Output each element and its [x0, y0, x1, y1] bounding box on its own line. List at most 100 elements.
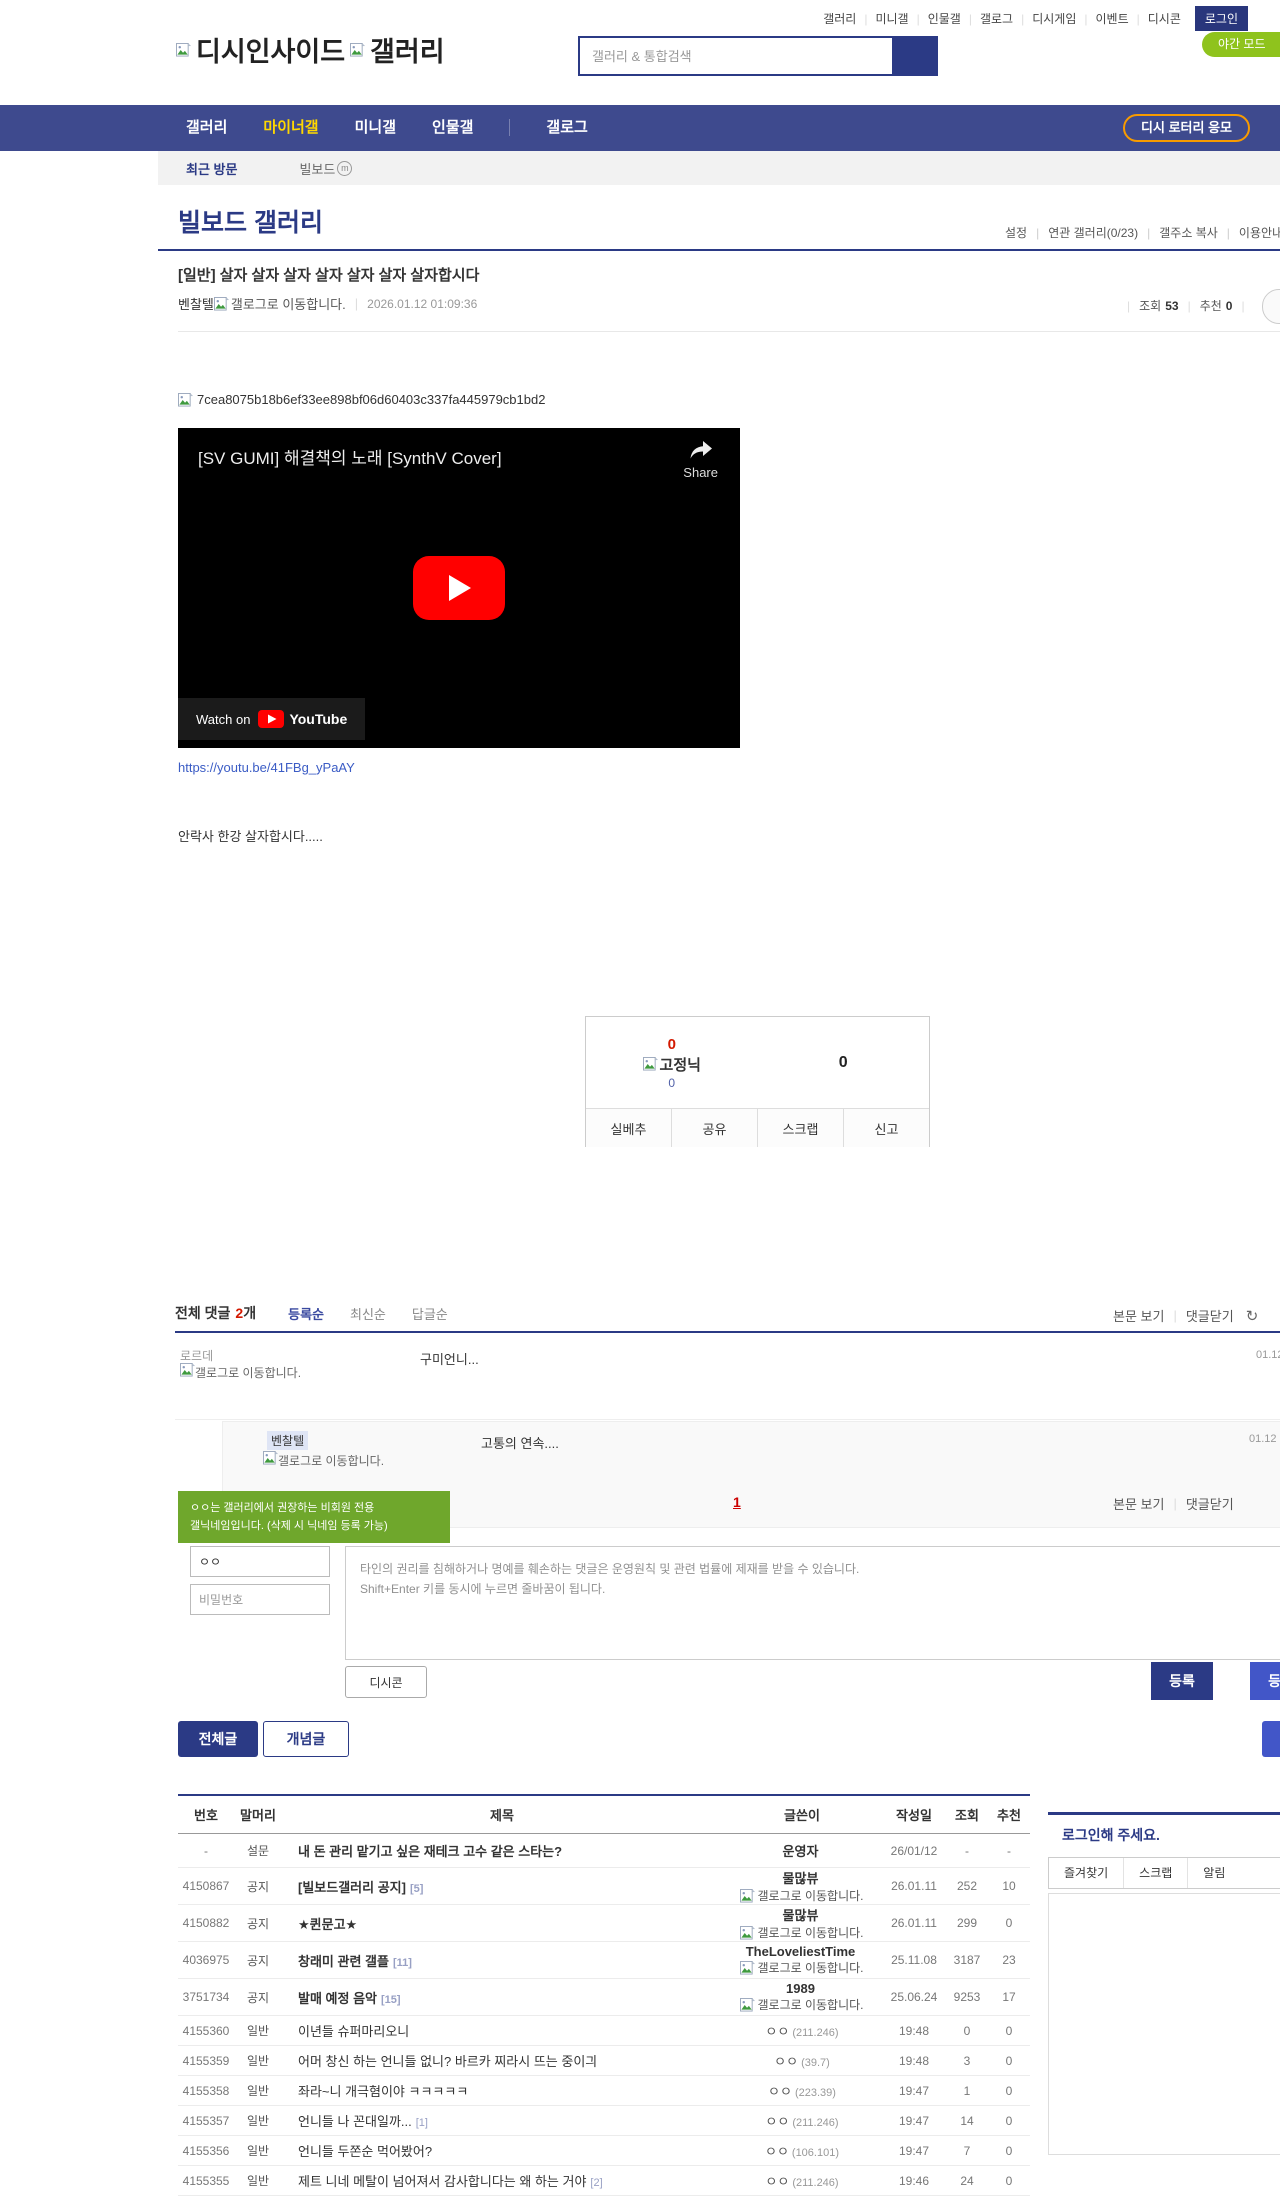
close-comments-link[interactable]: 댓글닫기	[1186, 1494, 1234, 1513]
all-posts-button[interactable]: 전체글	[178, 1721, 258, 1757]
top-service-link[interactable]: 디시콘	[1129, 10, 1181, 27]
comment-shortcut-pill[interactable]	[1262, 289, 1280, 324]
comments-footer-links: 본문 보기 | 댓글닫기	[1113, 1494, 1234, 1513]
broken-image-icon	[263, 1451, 278, 1465]
post-author-cell[interactable]: TheLoveliestTime 갤로그로 이동합니다.	[722, 1944, 882, 1976]
concept-posts-button[interactable]: 개념글	[263, 1721, 349, 1757]
top-service-link[interactable]: 갤러리	[823, 10, 856, 27]
youtube-share-button[interactable]: Share	[683, 440, 718, 480]
close-comments-link[interactable]: 댓글닫기	[1186, 1306, 1234, 1325]
post-link-title[interactable]: 언니들 두쫀순 먹어봤어?	[282, 2141, 722, 2160]
comment-textarea[interactable]: 타인의 권리를 침해하거나 명예를 훼손하는 댓글은 운영원칙 및 관련 법률에…	[345, 1546, 1280, 1660]
top-service-link[interactable]: 이벤트	[1076, 10, 1128, 27]
night-mode-toggle[interactable]: 야간 모드	[1202, 32, 1280, 57]
youtube-link[interactable]: https://youtu.be/41FBg_yPaAY	[178, 760, 355, 775]
post-author-cell[interactable]: ㅇㅇ(211.246) 갤로그로 이동합니다.	[722, 2021, 882, 2040]
comment-password-input[interactable]	[190, 1584, 330, 1615]
login-button[interactable]: 로그인	[1195, 6, 1248, 31]
vote-action-button[interactable]: 실베추	[586, 1109, 671, 1147]
post-link-title[interactable]: 언니들 나 꼰대일까...[1]	[282, 2111, 722, 2130]
comment-gallog-alt[interactable]: 갤로그로 이동합니다.	[263, 1451, 413, 1470]
breadcrumb-recent-visit[interactable]: 최근 방문	[186, 159, 237, 178]
post-author-cell[interactable]: 운영자 갤로그로 이동합니다.	[722, 1841, 882, 1860]
gallery-utility-link[interactable]: 이용안내	[1218, 224, 1280, 241]
comment-submit-button-secondary[interactable]: 등록	[1250, 1662, 1280, 1700]
upvote-area[interactable]: 0 고정닉 0	[586, 1017, 758, 1108]
top-service-link[interactable]: 디시게임	[1013, 10, 1076, 27]
sidebar-top-border	[1048, 1812, 1280, 1815]
breadcrumb: 최근 방문 빌보드 m	[158, 151, 1280, 185]
view-post-link[interactable]: 본문 보기	[1113, 1306, 1164, 1325]
post-link-title[interactable]: 내 돈 관리 맡기고 싶은 재테크 고수 같은 스타는?	[282, 1841, 722, 1860]
comment-author[interactable]: 벤찰텔	[267, 1431, 308, 1450]
main-nav-item[interactable]: 마이너갤	[263, 105, 318, 151]
post-link-title[interactable]: 좌라~니 개극혐이야 ㅋㅋㅋㅋㅋ	[282, 2081, 722, 2100]
post-link-title[interactable]: 이년들 슈퍼마리오니	[282, 2021, 722, 2040]
post-link-title[interactable]: 창래미 관련 갤플[11]	[282, 1951, 722, 1970]
post-author-cell[interactable]: ㅇㅇ(223.39) 갤로그로 이동합니다.	[722, 2081, 882, 2100]
logo-text-gallery: 갤러리	[370, 30, 445, 69]
post-author[interactable]: 벤찰텔	[178, 294, 214, 313]
post-author-cell[interactable]: 물많뷰 갤로그로 이동합니다.	[722, 1905, 882, 1941]
gallery-utility-link[interactable]: 연관 갤러리(0/23)	[1027, 224, 1138, 241]
youtube-play-button[interactable]	[413, 556, 505, 620]
table-row: 4155360 일반 이년들 슈퍼마리오니 ㅇㅇ(211.246) 갤로그로 이…	[178, 2016, 1030, 2046]
gallery-utility-link[interactable]: 갤주소 복사	[1138, 224, 1218, 241]
post-recommends: 0	[988, 2144, 1030, 2158]
post-views: 0	[946, 2024, 988, 2038]
comment-page-1[interactable]: 1	[733, 1494, 741, 1510]
post-author-cell[interactable]: ㅇㅇ(211.246) 갤로그로 이동합니다.	[722, 2111, 882, 2130]
site-logo[interactable]: 디시인사이드 갤러리	[176, 30, 445, 69]
comment-author[interactable]: 로르데	[180, 1347, 213, 1364]
post-author-cell[interactable]: 물많뷰 갤로그로 이동합니다.	[722, 1868, 882, 1904]
downvote-count[interactable]: 0	[758, 1017, 930, 1108]
comments-divider	[175, 1331, 1280, 1333]
vote-action-button[interactable]: 신고	[843, 1109, 929, 1147]
sidebar-tab[interactable]: 알림	[1187, 1858, 1240, 1888]
youtube-video-title[interactable]: [SV GUMI] 해결책의 노래 [SynthV Cover]	[198, 444, 502, 469]
refresh-icon[interactable]: ↻	[1246, 1307, 1259, 1325]
main-nav-item[interactable]: 갤로그	[509, 105, 587, 151]
top-service-link[interactable]: 갤로그	[961, 10, 1013, 27]
post-author-cell[interactable]: ㅇㅇ(211.246) 갤로그로 이동합니다.	[722, 2171, 882, 2190]
gallery-utility-link[interactable]: 설정	[1005, 224, 1027, 241]
post-link-title[interactable]: [빌보드갤러리 공지][5]	[282, 1877, 722, 1896]
dccon-button[interactable]: 디시콘	[345, 1666, 427, 1698]
main-nav-item[interactable]: 미니갤	[355, 105, 396, 151]
post-date: 26/01/12	[882, 1844, 946, 1858]
post-link-title[interactable]: 발매 예정 음악[15]	[282, 1988, 722, 2007]
post-link-title[interactable]: 제트 니네 메탈이 넘어져서 감사합니다는 왜 하는 거야[2]	[282, 2171, 722, 2190]
vote-action-button[interactable]: 공유	[671, 1109, 757, 1147]
watch-on-youtube-button[interactable]: Watch on YouTube	[178, 698, 365, 740]
top-service-link[interactable]: 인물갤	[909, 10, 961, 27]
vote-action-button[interactable]: 스크랩	[757, 1109, 843, 1147]
comment-submit-button[interactable]: 등록	[1151, 1662, 1213, 1700]
post-link-title[interactable]: ★퀸문고★	[282, 1914, 722, 1933]
post-number: 4155360	[178, 2024, 234, 2038]
write-post-button[interactable]: 글쓰기	[1262, 1721, 1280, 1757]
view-post-link[interactable]: 본문 보기	[1113, 1494, 1164, 1513]
main-nav-item[interactable]: 갤러리	[186, 105, 227, 151]
post-link-title[interactable]: 어머 창신 하는 언니들 없니? 바르카 찌라시 뜨는 중이긔	[282, 2051, 722, 2070]
table-row: - 설문 내 돈 관리 맡기고 싶은 재테크 고수 같은 스타는? 운영자 갤로…	[178, 1834, 1030, 1868]
top-service-link[interactable]: 미니갤	[856, 10, 908, 27]
sidebar-tab[interactable]: 스크랩	[1123, 1858, 1187, 1888]
post-author-cell[interactable]: ㅇㅇ(39.7) 갤로그로 이동합니다.	[722, 2051, 882, 2070]
post-date: 25.11.08	[882, 1953, 946, 1967]
breadcrumb-current-gallery[interactable]: 빌보드 m	[299, 159, 352, 178]
lottery-button[interactable]: 디시 로터리 응모	[1123, 114, 1250, 142]
comment-sort-tab[interactable]: 등록순	[288, 1304, 324, 1323]
search-input[interactable]	[578, 36, 894, 76]
post-recommends: 0	[988, 1916, 1030, 1930]
comment-gallog-alt[interactable]: 갤로그로 이동합니다.	[180, 1363, 328, 1382]
post-author-cell[interactable]: ㅇㅇ(106.101) 갤로그로 이동합니다.	[722, 2141, 882, 2160]
gallery-title[interactable]: 빌보드 갤러리	[178, 203, 323, 239]
comment-sort-tab[interactable]: 최신순	[350, 1304, 386, 1323]
post-author-cell[interactable]: 1989 갤로그로 이동합니다.	[722, 1981, 882, 2013]
search-button[interactable]	[894, 36, 938, 76]
table-row: 4155356 일반 언니들 두쫀순 먹어봤어? ㅇㅇ(106.101) 갤로그…	[178, 2136, 1030, 2166]
sidebar-tab[interactable]: 즐겨찾기	[1049, 1858, 1123, 1888]
comment-nickname-input[interactable]	[190, 1546, 330, 1577]
main-nav-item[interactable]: 인물갤	[432, 105, 473, 151]
comment-sort-tab[interactable]: 답글순	[412, 1304, 448, 1323]
